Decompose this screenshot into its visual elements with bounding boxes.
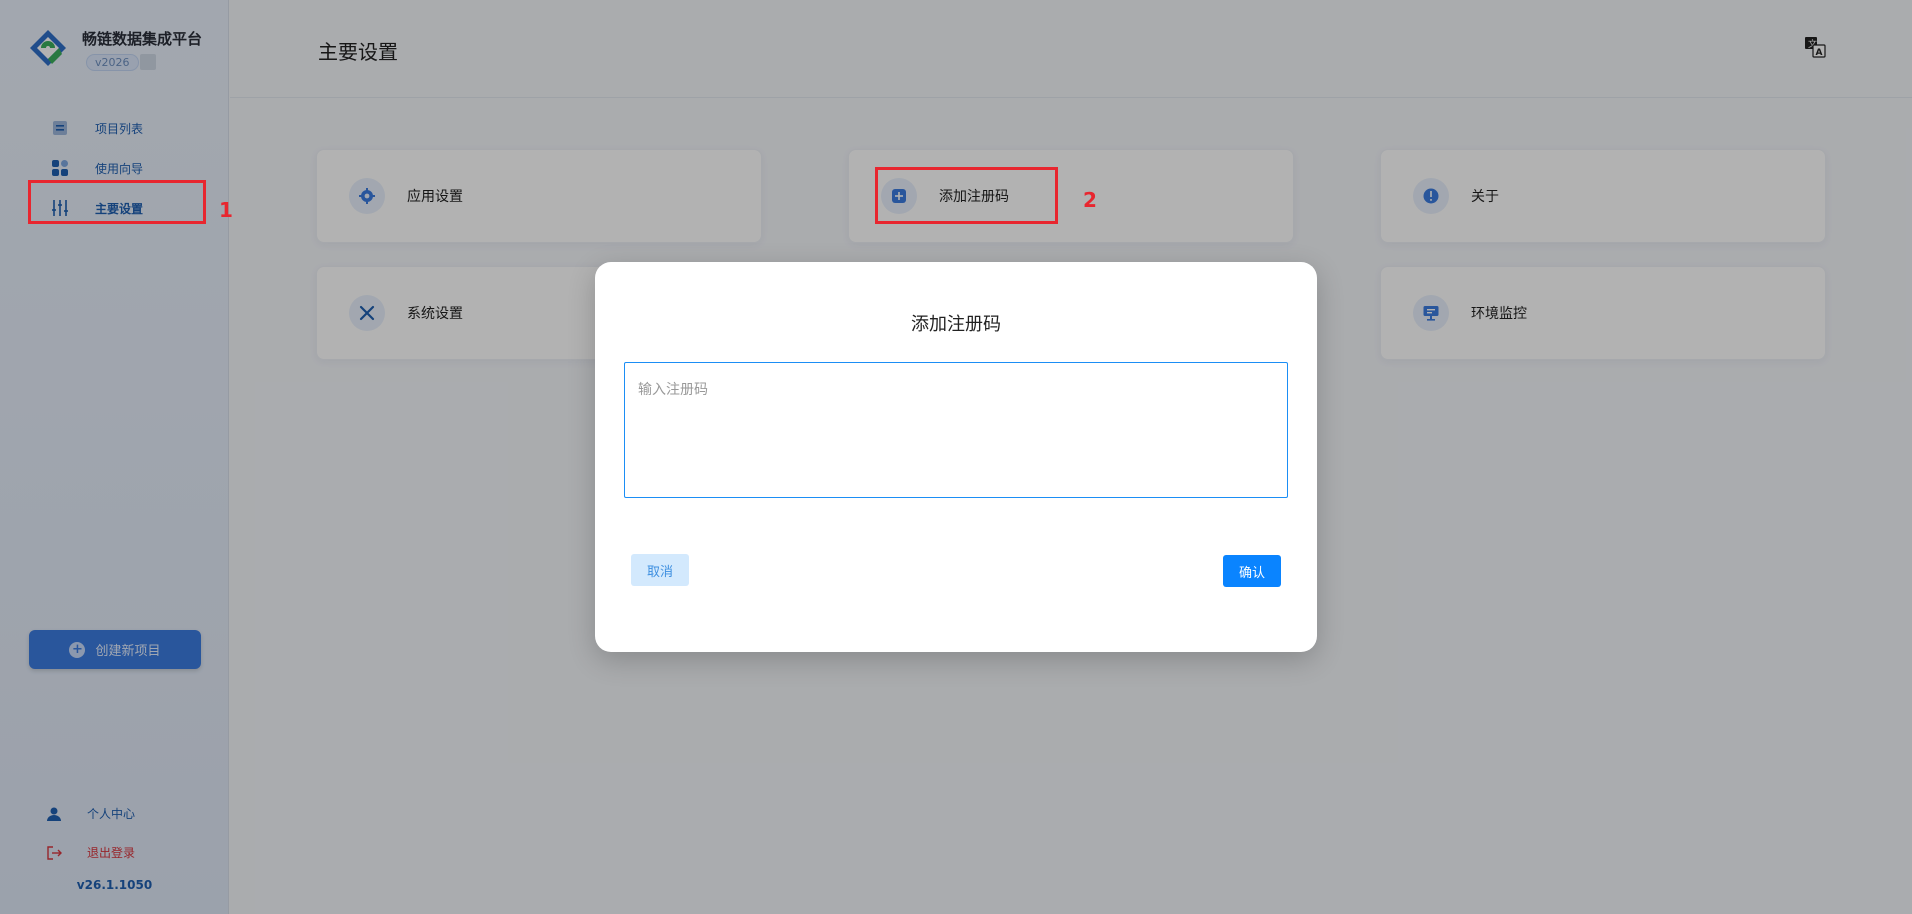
annotation-box-1	[28, 180, 206, 224]
cancel-button[interactable]: 取消	[631, 554, 689, 586]
confirm-button[interactable]: 确认	[1223, 555, 1281, 587]
annotation-number-2: 2	[1083, 188, 1097, 212]
license-code-input[interactable]	[624, 362, 1288, 498]
dialog-title: 添加注册码	[911, 314, 1001, 335]
annotation-number-1: 1	[219, 198, 233, 222]
annotation-box-2	[875, 167, 1058, 224]
add-license-dialog: 添加注册码 取消 确认	[595, 262, 1317, 652]
